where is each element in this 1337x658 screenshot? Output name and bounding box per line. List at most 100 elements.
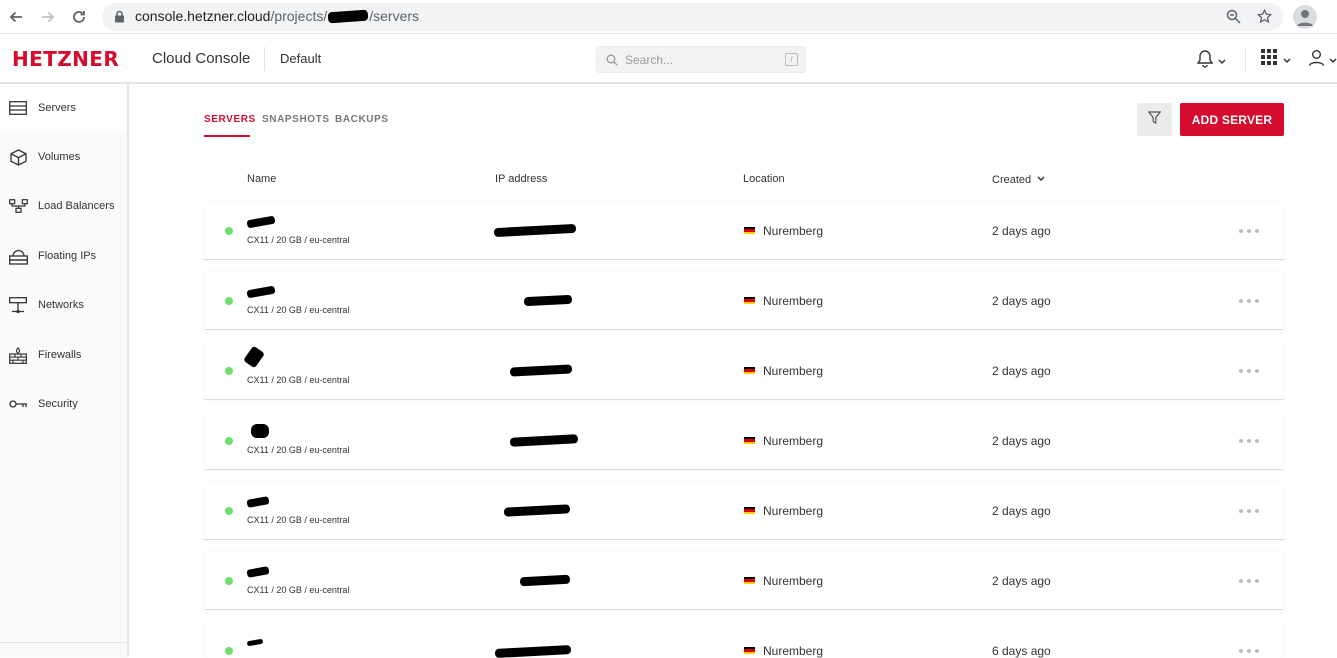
search-shortcut-key: / <box>785 53 798 66</box>
status-running-dot <box>225 577 233 585</box>
app-header: HETZNER Cloud Console Default Search... … <box>0 34 1337 84</box>
address-bar[interactable]: console.hetzner.cloud/projects//servers <box>102 3 1283 31</box>
server-spec: CX11 / 20 GB / eu-central <box>247 445 350 455</box>
germany-flag-icon <box>744 437 755 444</box>
chevron-down-icon <box>1218 52 1226 70</box>
sidebar-item-load-balancers[interactable]: Load Balancers <box>0 182 127 230</box>
url-text: console.hetzner.cloud/projects//servers <box>135 8 420 24</box>
created-time: 2 days ago <box>992 504 1051 518</box>
server-spec: CX11 / 20 GB / eu-central <box>247 235 350 245</box>
zoom-icon[interactable] <box>1226 9 1241 29</box>
reload-icon[interactable] <box>67 5 91 29</box>
name-redaction <box>246 215 276 229</box>
chevron-down-icon <box>1283 51 1291 69</box>
browser-toolbar: console.hetzner.cloud/projects//servers <box>0 0 1337 34</box>
created-time: 2 days ago <box>992 224 1051 238</box>
add-server-button[interactable]: ADD SERVER <box>1180 103 1284 136</box>
table-row[interactable]: CX11 / 20 GB / eu-central Nuremberg 2 da… <box>204 482 1284 540</box>
column-header-label: Created <box>992 174 1032 186</box>
search-input[interactable]: Search... / <box>596 46 806 73</box>
name-redaction <box>246 566 270 578</box>
bell-icon <box>1196 49 1214 73</box>
active-tab-indicator <box>204 135 250 137</box>
apps-menu-button[interactable] <box>1261 49 1291 70</box>
ip-redaction <box>494 645 572 658</box>
sidebar-item-firewalls[interactable]: Firewalls <box>0 331 127 379</box>
germany-flag-icon <box>744 227 755 234</box>
ip-redaction <box>503 504 571 517</box>
sidebar: Servers Volumes Load Balancers Floating … <box>0 84 129 657</box>
name-redaction <box>243 345 265 369</box>
notifications-button[interactable] <box>1196 49 1226 73</box>
more-options-icon[interactable] <box>1239 299 1259 303</box>
header-divider <box>264 47 265 71</box>
ip-redaction <box>523 294 573 307</box>
table-row[interactable]: CX11 / 20 GB / eu-central Nuremberg 2 da… <box>204 272 1284 330</box>
cube-icon <box>8 147 28 167</box>
created-time: 2 days ago <box>992 364 1051 378</box>
more-options-icon[interactable] <box>1239 439 1259 443</box>
created-time: 2 days ago <box>992 294 1051 308</box>
firewall-icon <box>8 345 28 365</box>
column-header-ip[interactable]: IP address <box>495 173 547 185</box>
sidebar-item-label: Firewalls <box>38 349 82 361</box>
lock-icon <box>114 10 125 28</box>
sidebar-item-volumes[interactable]: Volumes <box>0 133 127 181</box>
sidebar-item-label: Load Balancers <box>38 200 115 212</box>
project-selector[interactable]: Default <box>280 51 321 66</box>
ip-redaction <box>509 364 573 377</box>
ip-redaction <box>493 223 577 238</box>
sidebar-item-label: Security <box>38 398 78 410</box>
forward-arrow-icon[interactable] <box>36 5 60 29</box>
table-row[interactable]: CX11 / 20 GB / eu-central Nuremberg 2 da… <box>204 412 1284 470</box>
user-menu-button[interactable] <box>1308 49 1337 71</box>
column-header-created[interactable]: Created <box>992 173 1045 186</box>
location: Nuremberg <box>763 224 824 238</box>
server-spec: CX11 / 20 GB / eu-central <box>247 515 350 525</box>
ip-redaction <box>509 434 579 447</box>
browser-profile-avatar[interactable] <box>1293 5 1317 29</box>
filter-button[interactable] <box>1137 103 1172 136</box>
sidebar-item-label: Servers <box>38 102 76 114</box>
table-row[interactable]: CX11 / 20 GB / eu-central Nuremberg 2 da… <box>204 552 1284 610</box>
table-row[interactable]: Nuremberg 6 days ago <box>204 622 1284 658</box>
sidebar-divider <box>0 642 127 643</box>
germany-flag-icon <box>744 577 755 584</box>
hetzner-logo[interactable]: HETZNER <box>12 49 119 69</box>
back-arrow-icon[interactable] <box>4 5 28 29</box>
floating-ip-icon <box>8 246 28 266</box>
sidebar-item-floating-ips[interactable]: Floating IPs <box>0 232 127 280</box>
more-options-icon[interactable] <box>1239 579 1259 583</box>
network-icon <box>8 295 28 315</box>
germany-flag-icon <box>744 507 755 514</box>
tab-snapshots[interactable]: SNAPSHOTS <box>262 114 330 125</box>
location: Nuremberg <box>763 504 824 518</box>
status-running-dot <box>225 367 233 375</box>
name-redaction <box>246 638 264 647</box>
server-icon <box>8 98 28 118</box>
tab-backups[interactable]: BACKUPS <box>335 114 389 125</box>
sidebar-item-label: Volumes <box>38 151 81 163</box>
column-header-name[interactable]: Name <box>247 173 276 185</box>
status-running-dot <box>225 297 233 305</box>
load-balancer-icon <box>8 196 28 216</box>
sidebar-item-security[interactable]: Security <box>0 380 127 428</box>
table-row[interactable]: CX11 / 20 GB / eu-central Nuremberg 2 da… <box>204 342 1284 400</box>
more-options-icon[interactable] <box>1239 509 1259 513</box>
tab-servers[interactable]: SERVERS <box>204 114 256 125</box>
germany-flag-icon <box>744 647 755 654</box>
sidebar-item-servers[interactable]: Servers <box>0 84 127 132</box>
location: Nuremberg <box>763 644 824 658</box>
more-options-icon[interactable] <box>1239 369 1259 373</box>
created-time: 2 days ago <box>992 574 1051 588</box>
status-running-dot <box>225 227 233 235</box>
sidebar-item-networks[interactable]: Networks <box>0 281 127 329</box>
location: Nuremberg <box>763 294 824 308</box>
more-options-icon[interactable] <box>1239 649 1259 653</box>
more-options-icon[interactable] <box>1239 229 1259 233</box>
column-header-location[interactable]: Location <box>743 173 785 185</box>
germany-flag-icon <box>744 297 755 304</box>
server-spec: CX11 / 20 GB / eu-central <box>247 375 350 385</box>
table-row[interactable]: CX11 / 20 GB / eu-central Nuremberg 2 da… <box>204 202 1284 260</box>
bookmark-star-icon[interactable] <box>1256 8 1273 29</box>
